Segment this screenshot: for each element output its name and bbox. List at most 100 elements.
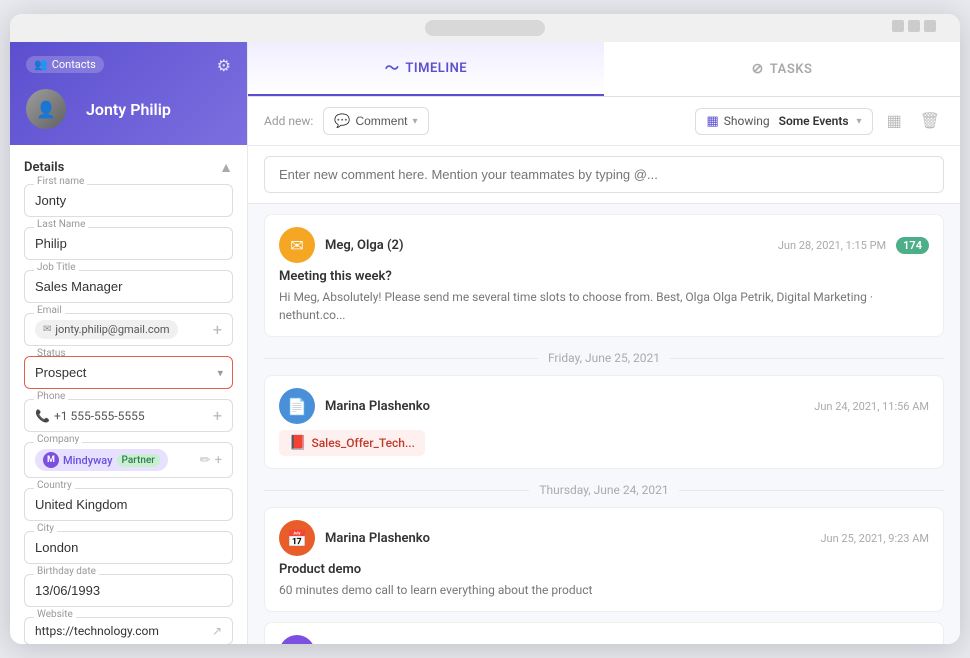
tab-tasks[interactable]: ⊘ TASKS bbox=[604, 42, 960, 96]
maximize-btn[interactable] bbox=[908, 20, 920, 32]
website-value: https://technology.com bbox=[35, 624, 159, 638]
right-panel: 〜 TIMELINE ⊘ TASKS Add new: 💬 Comment ▾ bbox=[248, 42, 960, 644]
event-card-1: ✉ Meg, Olga (2) Jun 28, 2021, 1:15 PM 17… bbox=[264, 214, 944, 337]
grid-view-button[interactable]: ▦ bbox=[883, 107, 906, 135]
tab-tasks-label: TASKS bbox=[770, 62, 813, 77]
event-name-1: Meg, Olga (2) bbox=[325, 238, 404, 253]
last-name-label: Last Name bbox=[34, 219, 88, 230]
title-bar-search bbox=[425, 20, 545, 36]
event-name-3: Marina Plashenko bbox=[325, 531, 430, 546]
phone-tag[interactable]: 📞 +1 555-555-5555 bbox=[35, 409, 145, 423]
tab-timeline-label: TIMELINE bbox=[405, 61, 467, 76]
email-icon: ✉ bbox=[43, 324, 51, 335]
title-bar bbox=[10, 14, 960, 42]
city-input[interactable] bbox=[24, 531, 233, 564]
company-tag[interactable]: M Mindyway Partner bbox=[35, 449, 168, 471]
website-field: Website https://technology.com ↗ bbox=[24, 617, 233, 644]
country-label: Country bbox=[34, 480, 75, 491]
first-name-label: First name bbox=[34, 176, 87, 187]
date-sep-2-label: Thursday, June 24, 2021 bbox=[529, 483, 678, 497]
phone-label: Phone bbox=[34, 391, 68, 402]
company-label: Company bbox=[34, 434, 82, 445]
event-avatar-4: 🕐 bbox=[279, 635, 315, 644]
event-date-1: Jun 28, 2021, 1:15 PM bbox=[778, 239, 886, 252]
sidebar-header: 👥 Contacts ⚙ 👤 Jonty Philip bbox=[10, 42, 247, 145]
gear-icon[interactable]: ⚙ bbox=[217, 56, 231, 75]
main-content: 👥 Contacts ⚙ 👤 Jonty Philip Details ▲ bbox=[10, 42, 960, 644]
events-list: ✉ Meg, Olga (2) Jun 28, 2021, 1:15 PM 17… bbox=[248, 204, 960, 644]
add-comment-button[interactable]: 💬 Comment ▾ bbox=[323, 107, 428, 135]
tasks-icon: ⊘ bbox=[752, 61, 764, 77]
event-title-1: Meeting this week? bbox=[279, 269, 929, 284]
email-value: jonty.philip@gmail.com bbox=[55, 323, 169, 336]
open-website-icon[interactable]: ↗ bbox=[212, 624, 222, 638]
date-separator-1: Friday, June 25, 2021 bbox=[264, 351, 944, 365]
birthday-label: Birthday date bbox=[34, 566, 99, 577]
event-card-4: 🕐 Olga Petrik Jun 25, 2021, 4:05 PM ◆Tow… bbox=[264, 622, 944, 644]
attachment-tag[interactable]: 📕 Sales_Offer_Tech... bbox=[279, 430, 425, 456]
country-input[interactable] bbox=[24, 488, 233, 521]
job-title-field: Job Title bbox=[24, 270, 233, 303]
filter-highlight: Some Events bbox=[779, 114, 849, 128]
close-btn[interactable] bbox=[924, 20, 936, 32]
comment-button-label: Comment bbox=[355, 114, 407, 128]
status-select[interactable]: Prospect bbox=[24, 356, 233, 389]
avatar-image: 👤 bbox=[26, 89, 66, 129]
job-title-input[interactable] bbox=[24, 270, 233, 303]
event-date-2: Jun 24, 2021, 11:56 AM bbox=[814, 400, 929, 413]
event-date-3: Jun 25, 2021, 9:23 AM bbox=[820, 532, 929, 545]
add-email-button[interactable]: + bbox=[213, 320, 222, 339]
comment-input[interactable] bbox=[264, 156, 944, 193]
add-new-label: Add new: bbox=[264, 114, 313, 128]
event-card-2: 📄 Marina Plashenko Jun 24, 2021, 11:56 A… bbox=[264, 375, 944, 469]
delete-button[interactable]: 🗑 bbox=[916, 107, 944, 135]
website-label: Website bbox=[34, 609, 76, 620]
filter-label: Showing bbox=[724, 114, 770, 128]
last-name-input[interactable] bbox=[24, 227, 233, 260]
email-field: Email ✉ jonty.philip@gmail.com + bbox=[24, 313, 233, 346]
collapse-icon[interactable]: ▲ bbox=[219, 159, 233, 176]
minimize-btn[interactable] bbox=[892, 20, 904, 32]
city-label: City bbox=[34, 523, 57, 534]
add-company-icon[interactable]: + bbox=[215, 453, 222, 468]
birthday-input[interactable] bbox=[24, 574, 233, 607]
avatar: 👤 bbox=[26, 89, 66, 129]
first-name-field: First name bbox=[24, 184, 233, 217]
contacts-badge[interactable]: 👥 Contacts bbox=[26, 56, 104, 73]
people-icon: 👥 bbox=[34, 58, 48, 71]
filter-icon: ▦ bbox=[706, 114, 718, 129]
filter-button[interactable]: ▦ Showing Some Events ▾ bbox=[695, 108, 872, 135]
first-name-input[interactable] bbox=[24, 184, 233, 217]
event-avatar-3: 📅 bbox=[279, 520, 315, 556]
edit-company-icon[interactable]: ✏ bbox=[200, 453, 211, 468]
event-name-2: Marina Plashenko bbox=[325, 399, 430, 414]
contacts-label: Contacts bbox=[52, 58, 96, 71]
title-bar-buttons bbox=[892, 20, 936, 32]
comment-icon: 💬 bbox=[334, 113, 350, 129]
tab-timeline[interactable]: 〜 TIMELINE bbox=[248, 42, 604, 96]
event-card-3: 📅 Marina Plashenko Jun 25, 2021, 9:23 AM… bbox=[264, 507, 944, 612]
city-field: City bbox=[24, 531, 233, 564]
email-label: Email bbox=[34, 305, 65, 316]
company-tags: M Mindyway Partner bbox=[35, 449, 168, 471]
event-header-2: 📄 Marina Plashenko Jun 24, 2021, 11:56 A… bbox=[279, 388, 929, 424]
sidebar-body: Details ▲ First name Last Name Job Title bbox=[10, 145, 247, 644]
toolbar: Add new: 💬 Comment ▾ ▦ Showing Some Even… bbox=[248, 97, 960, 146]
last-name-field: Last Name bbox=[24, 227, 233, 260]
date-sep-1-label: Friday, June 25, 2021 bbox=[538, 351, 670, 365]
filter-dropdown-icon: ▾ bbox=[857, 116, 862, 127]
add-phone-button[interactable]: + bbox=[213, 406, 222, 425]
sidebar: 👥 Contacts ⚙ 👤 Jonty Philip Details ▲ bbox=[10, 42, 248, 644]
pdf-icon: 📕 bbox=[289, 435, 306, 451]
comment-input-area bbox=[248, 146, 960, 204]
partner-tag: Partner bbox=[117, 454, 160, 467]
timeline-icon: 〜 bbox=[385, 58, 400, 78]
email-tag[interactable]: ✉ jonty.philip@gmail.com bbox=[35, 320, 178, 339]
event-avatar-1: ✉ bbox=[279, 227, 315, 263]
event-title-3: Product demo bbox=[279, 562, 929, 577]
event-header-4: 🕐 Olga Petrik Jun 25, 2021, 4:05 PM bbox=[279, 635, 929, 644]
contact-name: Jonty Philip bbox=[86, 100, 171, 119]
event-avatar-2: 📄 bbox=[279, 388, 315, 424]
birthday-field: Birthday date bbox=[24, 574, 233, 607]
status-select-wrapper: Prospect bbox=[24, 356, 233, 389]
